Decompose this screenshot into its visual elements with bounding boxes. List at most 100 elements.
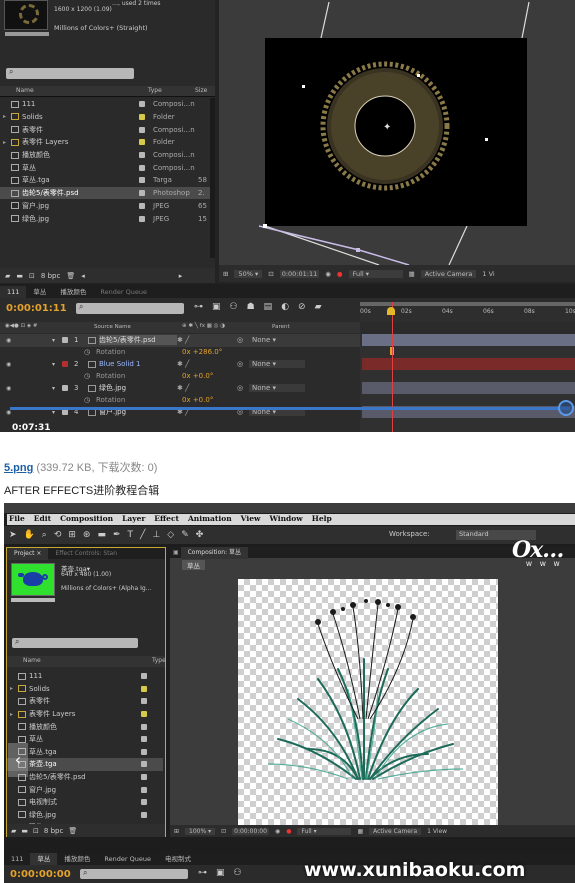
project-item[interactable]: 齿轮5/表零件.psd Photoshop 2. (0, 186, 210, 200)
live-update-icon[interactable]: ▣ (216, 868, 225, 878)
project-item[interactable]: 草丛 Composi…n (0, 162, 210, 175)
project-item[interactable]: 播放颜色 (7, 720, 163, 733)
tab-dianshi-zhishi[interactable]: 电视制式 (158, 853, 198, 865)
label-color-swatch[interactable] (141, 774, 147, 781)
zoom-dropdown-2[interactable]: 100% ▾ (185, 827, 216, 835)
project-item[interactable]: 齿轮5/表零件.psd (7, 771, 163, 784)
label-color-swatch[interactable] (139, 177, 145, 184)
menu-item[interactable]: Help (312, 514, 332, 523)
expand-arrow-icon[interactable]: ▸ (10, 685, 18, 692)
comp-canvas-2[interactable] (238, 579, 498, 833)
tab-composition[interactable]: Composition: 草丛 (180, 547, 248, 559)
rotate-tool-icon[interactable]: ⟲ (54, 530, 62, 540)
property-row[interactable]: ◷ Rotation 0x +0.0° (0, 394, 360, 407)
camera-dropdown-2[interactable]: Active Camera (369, 827, 422, 835)
trash-icon[interactable]: 🗑 (66, 272, 75, 280)
tab-render-queue[interactable]: Render Queue (97, 853, 158, 865)
label-color-swatch[interactable] (139, 113, 145, 120)
zoom-tool-icon[interactable]: ⌕ (42, 530, 47, 540)
roto-tool-icon[interactable]: ✎ (181, 530, 189, 540)
bpc-button[interactable]: 8 bpc (44, 827, 63, 835)
expand-arrow-icon[interactable]: ▾ (52, 361, 62, 368)
switch-icons[interactable]: ✱ ╱ (177, 360, 237, 368)
project-item[interactable]: 绿色.jpg JPEG 15 (0, 212, 210, 225)
brush-tool-icon[interactable]: ╱ (140, 530, 145, 540)
tab-111[interactable]: 111 (0, 286, 27, 298)
label-color-swatch[interactable] (139, 126, 145, 133)
stopwatch-icon[interactable]: ◷ (84, 372, 96, 380)
expand-arrow-icon[interactable]: ▸ (10, 711, 18, 718)
puppet-tool-icon[interactable]: ✤ (196, 530, 204, 540)
zoom-dropdown[interactable]: 50% ▾ (234, 269, 263, 278)
draft-3d-icon[interactable]: ⚇ (230, 302, 238, 312)
tab-bofang-yanse[interactable]: 播放颜色 (53, 286, 93, 298)
project-item[interactable]: 草丛 (7, 733, 163, 746)
col-name-2[interactable]: Name (23, 657, 41, 664)
menu-item[interactable]: View (241, 514, 261, 523)
project-item[interactable]: 播放颜色 Composi…n (0, 149, 210, 162)
new-folder-icon[interactable]: ▬ (21, 827, 28, 835)
channel-icon[interactable]: ● (337, 270, 343, 278)
project-item[interactable]: 草丛.tga Targa 58 (0, 174, 210, 187)
brainstorm-icon[interactable]: ▰ (315, 302, 322, 312)
col-source-name[interactable]: Source Name (94, 324, 131, 330)
col-type[interactable]: Type (148, 87, 162, 94)
tab-render-queue[interactable]: Render Queue (93, 286, 154, 298)
pen-tool-icon[interactable]: ✒ (113, 530, 121, 540)
video-progress-knob[interactable] (558, 400, 574, 416)
new-comp-icon[interactable]: ⊡ (33, 827, 39, 835)
resolution-dropdown-2[interactable]: Full ▾ (297, 827, 352, 835)
type-tool-icon[interactable]: T (128, 530, 134, 540)
label-color-swatch[interactable] (139, 202, 145, 209)
label-color-swatch[interactable] (139, 101, 145, 108)
layer-row[interactable]: ◉ ▾ 1 齿轮5/表零件.psd ✱ ╱ ◎ None ▾ (0, 334, 360, 347)
label-color-swatch[interactable] (62, 385, 68, 392)
comp-mini-flowchart-icon[interactable]: ⊶ (194, 302, 203, 312)
draft-3d-icon[interactable]: ⚇ (234, 868, 242, 878)
track-bar-2[interactable] (362, 358, 575, 370)
label-color-swatch[interactable] (139, 190, 145, 197)
expand-arrow-icon[interactable]: ▾ (52, 385, 62, 392)
tab-caocong[interactable]: 草丛 (26, 286, 53, 298)
timeline-search-input[interactable]: ⌕ (76, 302, 184, 314)
project-scrollbar[interactable] (210, 98, 215, 258)
visibility-icon[interactable]: ◉ (6, 385, 16, 392)
project-search-input-2[interactable]: ⌕ (12, 637, 138, 648)
label-color-swatch[interactable] (139, 152, 145, 159)
menu-item[interactable]: Layer (122, 514, 145, 523)
view-dropdown-2[interactable]: 1 View (427, 828, 447, 835)
property-value[interactable]: 0x +0.0° (182, 396, 213, 404)
composition-viewer[interactable]: ✦ (219, 0, 575, 265)
current-time-indicator[interactable] (392, 302, 393, 432)
layer-row[interactable]: ◉ ▾ 3 绿色.jpg ✱ ╱ ◎ None ▾ (0, 382, 360, 395)
track-bar-1[interactable] (362, 334, 575, 346)
scroll-right-icon[interactable]: ▸ (179, 272, 183, 280)
menu-item[interactable]: Animation (188, 514, 232, 523)
project-item[interactable]: 电视制式 (7, 796, 163, 809)
project-item[interactable]: 茶壶.tga (7, 758, 163, 771)
col-name[interactable]: Name (16, 87, 34, 94)
project-item[interactable]: ▸ 表零件 Layers Folder (0, 136, 210, 149)
hand-tool-icon[interactable]: ✋ (24, 530, 35, 540)
transparency-icon[interactable]: ▦ (357, 828, 363, 835)
property-row[interactable]: ◷ Rotation 0x +0.0° (0, 370, 360, 383)
time-indicator-head[interactable] (387, 307, 395, 315)
label-color-swatch[interactable] (139, 215, 145, 222)
layer-name[interactable]: 齿轮5/表零件.psd (99, 335, 177, 346)
view-dropdown[interactable]: 1 Vi (482, 270, 494, 278)
channel-icon[interactable]: ● (286, 828, 291, 835)
expand-arrow-icon[interactable]: ▸ (3, 113, 11, 120)
camera-dropdown[interactable]: Active Camera (420, 269, 477, 278)
project-item[interactable]: ▸ Solids Folder (0, 111, 210, 124)
resolution-dropdown[interactable]: Full ▾ (348, 269, 403, 278)
eraser-tool-icon[interactable]: ◇ (167, 530, 174, 540)
grid-icon[interactable]: ⊡ (268, 270, 273, 278)
label-color-swatch[interactable] (139, 139, 145, 146)
trash-icon[interactable]: 🗑 (68, 827, 77, 835)
project-item[interactable]: 窗户.jpg (7, 783, 163, 796)
camera-tool-icon[interactable]: ⊞ (68, 530, 76, 540)
current-time-display[interactable]: 0:00:01:11 (6, 303, 67, 314)
parent-dropdown[interactable]: None ▾ (249, 336, 305, 345)
label-color-swatch[interactable] (62, 361, 68, 368)
stopwatch-icon[interactable]: ◷ (84, 396, 96, 404)
